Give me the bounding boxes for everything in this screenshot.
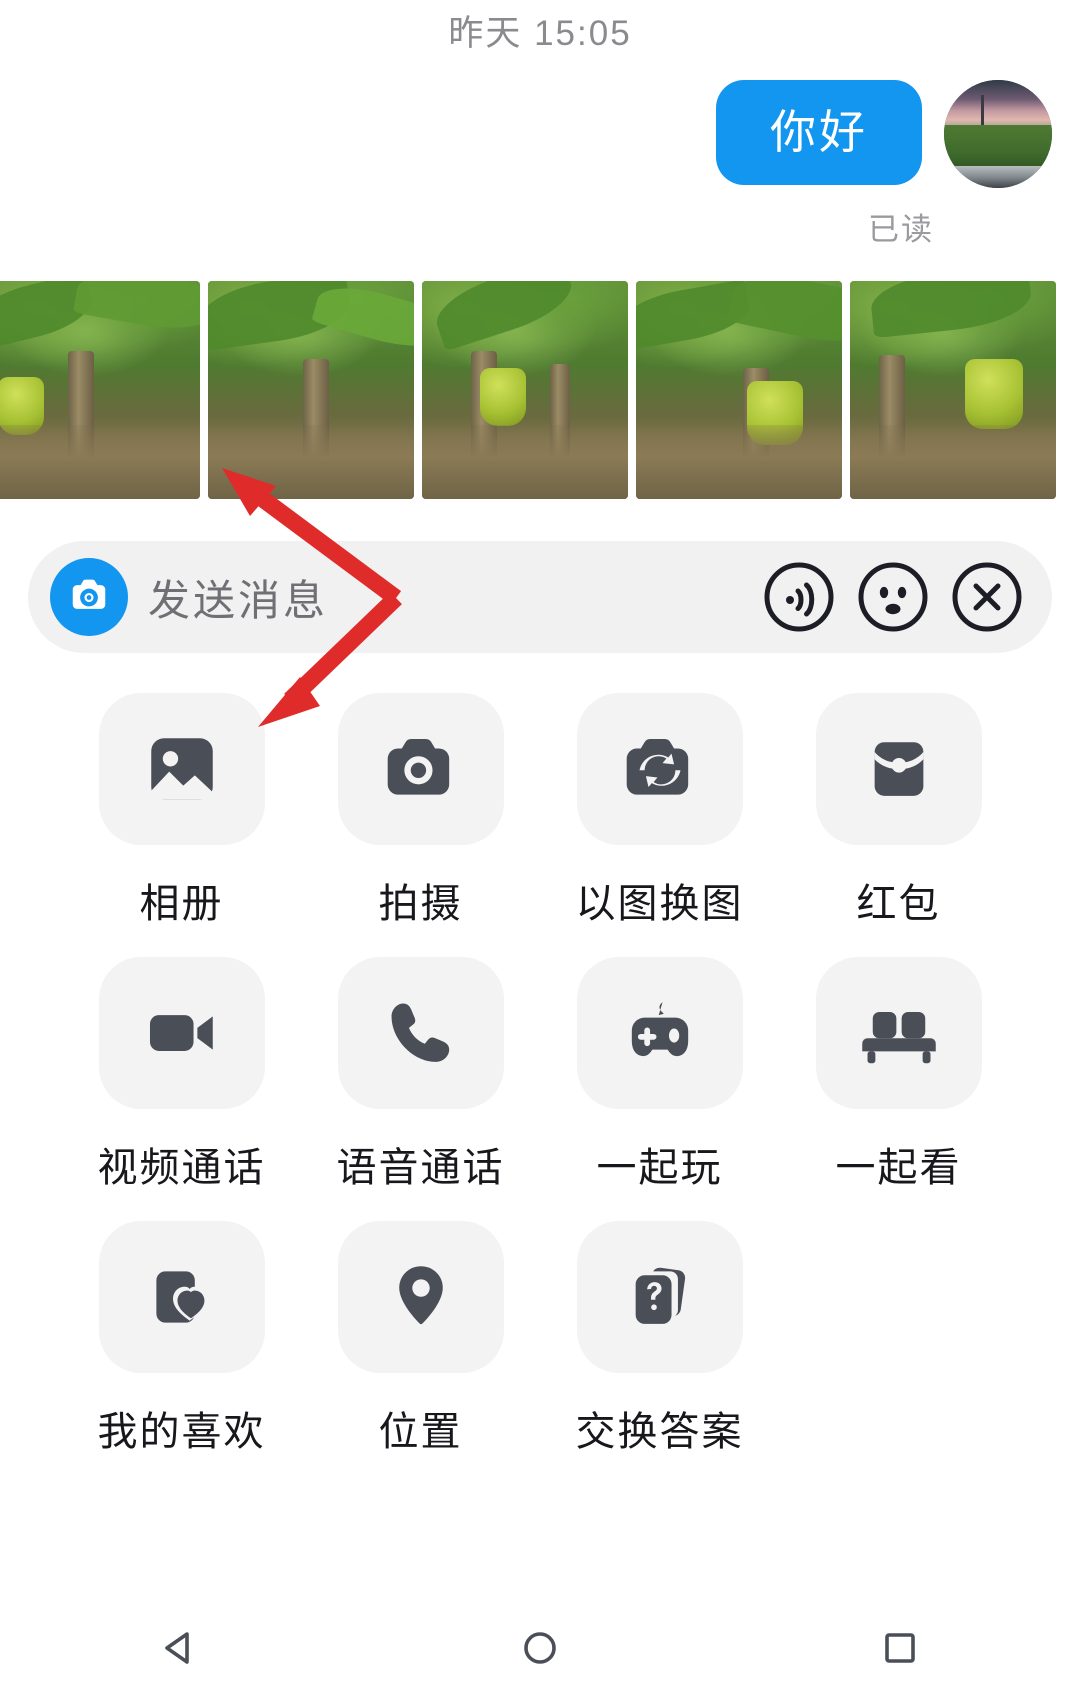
- photo-album-icon: [150, 738, 213, 800]
- app-label: 红包: [856, 882, 941, 926]
- close-icon[interactable]: [950, 560, 1024, 634]
- app-label: 相册: [139, 882, 224, 926]
- album-tile[interactable]: [98, 693, 265, 845]
- video-call-tile[interactable]: [98, 957, 265, 1109]
- app-label: 一起玩: [596, 1146, 723, 1190]
- app-item-my-favorites[interactable]: 我的喜欢: [62, 1221, 301, 1485]
- timestamp-row: 昨天 15:05: [0, 0, 1080, 60]
- app-label: 拍摄: [378, 882, 463, 926]
- status-badge: 已读: [868, 212, 934, 247]
- app-label: 一起看: [835, 1146, 962, 1190]
- avatar-sky: [944, 80, 1052, 130]
- image-swap-icon: [626, 739, 688, 795]
- app-item-album[interactable]: 相册: [62, 693, 301, 957]
- message-timestamp: 昨天 15:05: [448, 13, 632, 53]
- photo-thumbnail[interactable]: [422, 281, 628, 499]
- camera-tile[interactable]: [337, 693, 504, 845]
- triangle-back-icon: [165, 1632, 189, 1664]
- voice-wave-icon[interactable]: [762, 560, 836, 634]
- photo-thumbnail[interactable]: [636, 281, 842, 499]
- gamepad-icon: [631, 1002, 688, 1057]
- circle-home-icon: [524, 1632, 556, 1664]
- photo-thumbnail[interactable]: [850, 281, 1056, 499]
- photo-thumbnail[interactable]: [208, 281, 414, 499]
- app-label: 交换答案: [575, 1410, 744, 1454]
- read-receipt-row: 已读: [0, 188, 1080, 249]
- aperture-icon[interactable]: [50, 558, 128, 636]
- app-item-exchange-answers[interactable]: 交换答案: [540, 1221, 779, 1485]
- red-packet-tile[interactable]: [815, 693, 982, 845]
- camera-icon: [387, 739, 449, 795]
- photo-strip[interactable]: [0, 281, 1080, 499]
- home-button[interactable]: [480, 1613, 600, 1683]
- system-nav-bar: [0, 1589, 1080, 1707]
- app-item-red-packet[interactable]: 红包: [779, 693, 1018, 957]
- attachment-panel: 相册 拍摄 以图换图 红包 视频通话 语音通话 一起玩 一起看 我的喜欢 位置 …: [0, 693, 1080, 1485]
- red-packet-icon: [874, 742, 923, 796]
- emoji-face-icon[interactable]: [856, 560, 930, 634]
- search-input[interactable]: 发送消息: [148, 567, 742, 628]
- favorite-heart-icon: [155, 1271, 206, 1323]
- watch-together-tile[interactable]: [815, 957, 982, 1109]
- app-label: 我的喜欢: [97, 1410, 266, 1454]
- app-item-image-swap[interactable]: 以图换图: [540, 693, 779, 957]
- back-button[interactable]: [120, 1613, 240, 1683]
- chat-screen: 昨天 15:05 你好 已读 发送消息 相册 拍摄 以图换图 红包 视频通话 语…: [0, 0, 1080, 1707]
- app-item-voice-call[interactable]: 语音通话: [301, 957, 540, 1221]
- avatar[interactable]: [944, 80, 1052, 188]
- location-tile[interactable]: [337, 1221, 504, 1373]
- message-row-outgoing: 你好: [0, 60, 1080, 188]
- video-call-icon: [149, 1015, 213, 1051]
- message-bubble[interactable]: 你好: [716, 80, 922, 185]
- app-label: 以图换图: [575, 882, 744, 926]
- recents-button[interactable]: [840, 1613, 960, 1683]
- play-together-tile[interactable]: [576, 957, 743, 1109]
- sofa-icon: [861, 1012, 936, 1064]
- avatar-road: [944, 166, 1052, 188]
- app-label: 语音通话: [336, 1146, 505, 1190]
- question-cards-icon: [635, 1267, 685, 1324]
- voice-call-tile[interactable]: [337, 957, 504, 1109]
- square-recents-icon: [885, 1633, 915, 1663]
- exchange-answers-tile[interactable]: [576, 1221, 743, 1373]
- photo-thumbnail[interactable]: [0, 281, 200, 499]
- message-input-bar[interactable]: 发送消息: [28, 541, 1052, 653]
- app-item-video-call[interactable]: 视频通话: [62, 957, 301, 1221]
- app-item-location[interactable]: 位置: [301, 1221, 540, 1485]
- app-item-watch-together[interactable]: 一起看: [779, 957, 1018, 1221]
- location-pin-icon: [398, 1266, 443, 1325]
- phone-call-icon: [391, 1003, 449, 1062]
- image-swap-tile[interactable]: [576, 693, 743, 845]
- app-item-camera[interactable]: 拍摄: [301, 693, 540, 957]
- avatar-field: [944, 125, 1052, 171]
- app-item-play-together[interactable]: 一起玩: [540, 957, 779, 1221]
- app-label: 视频通话: [97, 1146, 266, 1190]
- app-label: 位置: [378, 1410, 463, 1454]
- my-favorites-tile[interactable]: [98, 1221, 265, 1373]
